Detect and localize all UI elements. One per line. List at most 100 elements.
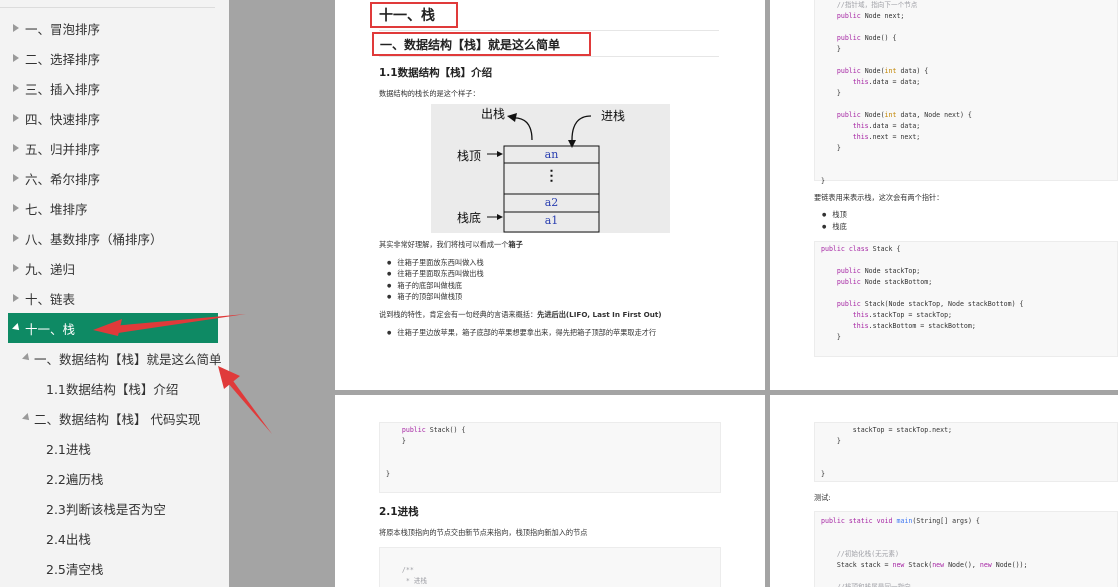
code-line: } — [386, 437, 406, 445]
sidebar-item-label: 三、插入排序 — [25, 81, 101, 97]
expand-right-icon[interactable] — [13, 24, 19, 32]
code-block-stack-ctor: public Stack() { } } — [379, 422, 721, 493]
list-item: 往箱子里面放东西叫做入栈 — [387, 258, 483, 268]
code-line: } — [821, 144, 841, 152]
sidebar-item[interactable]: 2.5清空栈 — [0, 553, 229, 583]
sidebar-item[interactable]: 2.2遍历栈 — [0, 463, 229, 493]
code-line: this.data = data; — [852, 78, 921, 86]
sidebar-item-label: 一、冒泡排序 — [25, 21, 101, 37]
divider — [0, 7, 215, 8]
paragraph-text: 要链表用来表示栈，这次会有两个指针： — [814, 193, 944, 202]
code-line: public Node next; — [836, 12, 905, 20]
sidebar-item[interactable]: 九、递归 — [0, 253, 229, 283]
document-page-3: public Stack() { } } 2.1进栈 将原本栈顶指向的节点交由新… — [335, 395, 765, 587]
top-pointer-head — [497, 151, 503, 157]
sidebar-item-label: 八、基数排序（桶排序） — [25, 231, 163, 247]
sidebar-item[interactable]: 2.3判断该栈是否为空 — [0, 493, 229, 523]
sidebar-item[interactable]: 八、基数排序（桶排序） — [0, 223, 229, 253]
top-label: 栈顶 — [457, 149, 482, 163]
expand-down-icon[interactable] — [22, 413, 32, 423]
intro-text: 数据结构的栈长的是这个样子： — [379, 89, 480, 98]
code-line: public Stack(Node stackTop, Node stackBo… — [836, 300, 1024, 308]
code-line: } — [821, 470, 825, 478]
sidebar-item[interactable]: 五、归并排序 — [0, 133, 229, 163]
code-block-push: /** * 进栈 — [379, 547, 721, 587]
sidebar-item-label: 九、递归 — [25, 261, 76, 277]
expand-down-icon[interactable] — [22, 353, 32, 363]
sidebar-item-label: 四、快速排序 — [25, 111, 101, 127]
bottom-label: 栈底 — [457, 211, 482, 225]
stack-figure: 出栈 进栈 栈顶 栈底 an ⋮ a2 a1 — [431, 104, 670, 233]
sidebar-item[interactable]: 十一、栈 — [8, 313, 218, 343]
divider — [379, 56, 719, 57]
list-item: 往箱子里面取东西叫做出栈 — [387, 269, 483, 279]
expand-right-icon[interactable] — [13, 84, 19, 92]
sidebar-item-label: 2.5清空栈 — [46, 561, 104, 577]
code-line: stackTop = stackTop.next; — [821, 426, 953, 434]
expand-right-icon[interactable] — [13, 144, 19, 152]
code-line: public Node stackTop; — [836, 267, 921, 275]
expand-right-icon[interactable] — [13, 114, 19, 122]
outline-sidebar: 一、冒泡排序二、选择排序三、插入排序 四、快速排序五、归并排序六、希尔排序七、堆排… — [0, 0, 229, 587]
expand-down-icon[interactable] — [12, 323, 22, 333]
document-page-1: 十一、栈 一、数据结构【栈】就是这么简单 1.1数据结构【栈】介绍 数据结构的栈… — [335, 0, 765, 390]
code-line: } — [821, 333, 841, 341]
sidebar-item[interactable]: 二、数据结构【栈】 代码实现 — [0, 403, 229, 433]
sidebar-item[interactable]: 四、快速排序 — [0, 103, 229, 133]
sidebar-item[interactable]: 2.1进栈 — [0, 433, 229, 463]
sidebar-item[interactable]: 六、希尔排序 — [0, 163, 229, 193]
expand-right-icon[interactable] — [13, 204, 19, 212]
paragraph-box-text: 其实非常好理解，我们将栈可以看成一个 — [379, 240, 509, 249]
sidebar-item[interactable]: 十、链表 — [0, 283, 229, 313]
code-line: this.stackTop = stackTop; — [852, 311, 953, 319]
sidebar-item-label: 1.1数据结构【栈】介绍 — [46, 381, 179, 397]
code-line: } — [821, 437, 841, 445]
code-line: public Node stackBottom; — [836, 278, 933, 286]
expand-right-icon[interactable] — [13, 264, 19, 272]
paragraph-lifo-bold: 先进后出(LIFO, Last In First Out) — [537, 310, 662, 319]
code-line: public Node(int data) { — [836, 67, 929, 75]
sidebar-item[interactable]: 2.4出栈 — [0, 523, 229, 553]
sidebar-item[interactable]: 1.1数据结构【栈】介绍 — [0, 373, 229, 403]
code-line: Stack stack = new Stack(new Node(), new … — [821, 561, 1028, 569]
code-line: //栈顶和栈尾是同一指向 — [821, 583, 911, 587]
code-line: //初始化栈(无元素) — [821, 550, 899, 558]
expand-right-icon[interactable] — [13, 54, 19, 62]
sidebar-item[interactable]: 一、数据结构【栈】就是这么简单 — [0, 343, 229, 373]
highlight-box-chapter — [370, 2, 458, 28]
sidebar-item-label: 六、希尔排序 — [25, 171, 101, 187]
code-line: } — [821, 177, 825, 185]
expand-right-icon[interactable] — [13, 294, 19, 302]
code-block-test: public static void main(String[] args) {… — [814, 511, 1118, 587]
paragraph-lifo: 说到栈的特性，肯定会有一句经典的言语来概括：先进后出(LIFO, Last In… — [379, 310, 662, 320]
sidebar-item[interactable]: 二、选择排序 — [0, 43, 229, 73]
list-item: 往箱子里边放苹果，箱子底部的苹果想要拿出来，得先把箱子顶部的苹果取走才行 — [387, 328, 656, 338]
document-page-2: //指针域，指向下一个节点 public Node next; public N… — [770, 0, 1118, 390]
in-arrowhead — [568, 140, 576, 148]
cell-a1: a1 — [544, 214, 559, 227]
code-line: this.data = data; — [852, 122, 921, 130]
expand-right-icon[interactable] — [13, 234, 19, 242]
sidebar-item[interactable]: 一、冒泡排序 — [0, 13, 229, 43]
sidebar-item[interactable]: 三、插入排序 — [0, 73, 229, 103]
sidebar-item-label: 2.2遍历栈 — [46, 471, 104, 487]
cell-an: an — [544, 148, 559, 161]
paragraph-test: 测试: — [814, 493, 831, 502]
code-line: * 进栈 — [386, 577, 427, 585]
paragraph-box-bold: 箱子 — [508, 240, 523, 249]
cell-ellipsis: ⋮ — [544, 168, 559, 184]
sidebar-item[interactable]: 七、堆排序 — [0, 193, 229, 223]
out-label: 出栈 — [481, 107, 506, 121]
expand-right-icon[interactable] — [13, 174, 19, 182]
